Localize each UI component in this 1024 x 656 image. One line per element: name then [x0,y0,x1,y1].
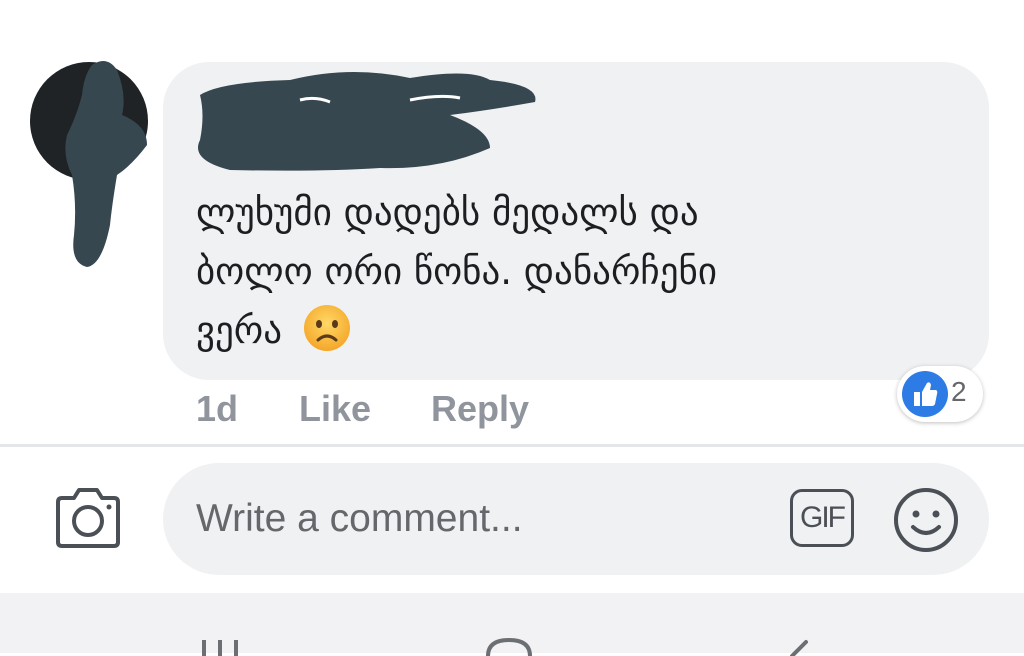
comment-line-2: ბოლო ორი წონა. დანარჩენი [196,250,718,293]
emoji-picker-icon[interactable] [893,487,959,553]
comment-line-3-text: ვერა [196,309,282,352]
divider [0,444,1024,447]
like-button[interactable]: Like [299,388,371,430]
like-reaction-icon [902,371,948,417]
recent-apps-icon[interactable] [198,636,244,656]
comment-timestamp: 1d [196,388,239,429]
reactions-summary[interactable]: 2 [897,366,983,422]
reaction-count: 2 [951,376,967,407]
reply-button[interactable]: Reply [431,388,529,430]
comment-line-3: ვერა [196,301,956,360]
comment-input-placeholder: Write a comment... [196,497,523,540]
avatar-redaction-scribble [65,61,147,267]
frowning-face-emoji-icon [303,305,350,351]
comment-line-1: ლუხუმი დადებს მედალს და [196,191,699,234]
back-icon[interactable] [790,636,810,656]
commenter-name-redaction [198,71,536,171]
home-icon[interactable] [484,636,534,656]
comment-text: ლუხუმი დადებს მედალს და ბოლო ორი წონა. დ… [196,183,956,360]
camera-icon[interactable] [52,486,124,550]
gif-button[interactable]: GIF [790,489,854,547]
